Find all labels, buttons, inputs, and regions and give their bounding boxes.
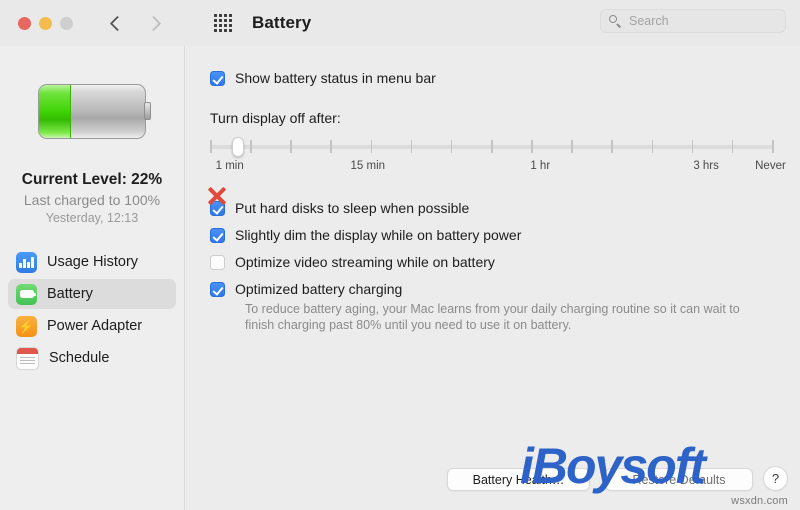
sidebar-item-schedule[interactable]: Schedule bbox=[8, 343, 176, 373]
battery-icon bbox=[16, 283, 37, 305]
last-charged-time: Yesterday, 12:13 bbox=[45, 211, 139, 225]
turn-display-off-label: Turn display off after: bbox=[210, 110, 341, 126]
checkbox-box[interactable] bbox=[210, 71, 225, 86]
battery-status-text: Current Level: 22% Last charged to 100% … bbox=[0, 171, 184, 225]
checkbox-slightly-dim-display[interactable]: Slightly dim the display while on batter… bbox=[210, 227, 800, 243]
slider-tick bbox=[250, 140, 252, 153]
bar-chart-icon bbox=[16, 251, 37, 273]
checkbox-label: Optimized battery charging bbox=[235, 281, 403, 297]
slider-tick-label: Never bbox=[755, 160, 786, 172]
checkbox-label: Optimize video streaming while on batter… bbox=[235, 254, 495, 270]
slider-tick-label: 15 min bbox=[350, 160, 386, 172]
slider-tick bbox=[731, 140, 734, 153]
slider-thumb[interactable] bbox=[232, 137, 245, 157]
slider-tick bbox=[691, 140, 694, 153]
slider-tick bbox=[772, 140, 774, 153]
display-off-slider[interactable]: 1 min 15 min 1 hr 3 hrs Never bbox=[210, 136, 786, 178]
checkbox-put-hard-disks-to-sleep[interactable]: Put hard disks to sleep when possible bbox=[210, 200, 800, 216]
search-input[interactable]: Search bbox=[600, 9, 786, 33]
battery-fill bbox=[39, 85, 71, 138]
calendar-icon bbox=[16, 346, 39, 370]
current-level-label: Current Level: 22% bbox=[21, 171, 163, 188]
search-placeholder: Search bbox=[629, 14, 669, 28]
search-icon bbox=[609, 14, 622, 28]
page-title: Battery bbox=[252, 13, 312, 32]
checkbox-box[interactable] bbox=[210, 255, 225, 270]
slider-tick-label: 1 min bbox=[215, 160, 244, 172]
restore-defaults-button[interactable]: Restore Defaults bbox=[605, 468, 753, 491]
battery-health-button[interactable]: Battery Health… bbox=[447, 468, 590, 491]
slider-tick bbox=[410, 140, 413, 153]
traffic-lights bbox=[18, 16, 73, 30]
slider-tick bbox=[491, 140, 493, 153]
help-button[interactable]: ? bbox=[763, 466, 788, 491]
sidebar-item-battery[interactable]: Battery bbox=[8, 279, 176, 309]
checkbox-optimized-battery-charging[interactable]: Optimized battery charging bbox=[210, 281, 800, 297]
sidebar-nav-list: Usage History Battery ⚡ Power Adapter Sc… bbox=[0, 247, 184, 373]
slider-tick-label: 1 hr bbox=[530, 160, 551, 172]
checkbox-optimize-video-streaming[interactable]: Optimize video streaming while on batter… bbox=[210, 254, 800, 270]
checkbox-label: Show battery status in menu bar bbox=[235, 70, 436, 86]
titlebar: Battery Search bbox=[0, 0, 800, 47]
forward-chevron-icon[interactable] bbox=[146, 14, 164, 32]
sidebar-item-label: Power Adapter bbox=[47, 318, 143, 334]
battery-terminal bbox=[144, 102, 151, 120]
battery-body-icon bbox=[38, 84, 146, 139]
slider-tick bbox=[611, 140, 613, 153]
sidebar: Current Level: 22% Last charged to 100% … bbox=[0, 46, 185, 510]
content-pane: Show battery status in menu bar Turn dis… bbox=[185, 46, 800, 510]
minimize-button[interactable] bbox=[39, 16, 52, 30]
navigation-controls bbox=[108, 14, 232, 32]
show-all-grid-icon[interactable] bbox=[214, 14, 232, 32]
slider-tick bbox=[210, 140, 212, 153]
sidebar-item-label: Schedule bbox=[49, 350, 110, 366]
back-chevron-icon[interactable] bbox=[108, 14, 126, 32]
checkbox-show-battery-status[interactable]: Show battery status in menu bar bbox=[210, 70, 800, 86]
checkbox-box[interactable] bbox=[210, 282, 225, 297]
optimized-charging-description: To reduce battery aging, your Mac learns… bbox=[245, 302, 740, 332]
slider-tick bbox=[651, 140, 654, 153]
site-watermark: wsxdn.com bbox=[731, 495, 788, 507]
slider-tick bbox=[531, 140, 533, 153]
slider-tick bbox=[571, 140, 573, 153]
sidebar-item-power-adapter[interactable]: ⚡ Power Adapter bbox=[8, 311, 176, 341]
slider-ticks bbox=[210, 140, 774, 154]
sidebar-item-label: Usage History bbox=[47, 254, 139, 270]
slider-tick bbox=[330, 140, 332, 153]
slider-tick bbox=[370, 140, 373, 153]
battery-preferences-window: Battery Search Current Level: 22% Last c… bbox=[0, 0, 800, 510]
checkbox-box[interactable] bbox=[210, 201, 225, 216]
last-charged-label: Last charged to 100% bbox=[23, 192, 161, 208]
zoom-button[interactable] bbox=[60, 16, 73, 30]
checkbox-label: Slightly dim the display while on batter… bbox=[235, 227, 522, 243]
sidebar-item-usage-history[interactable]: Usage History bbox=[8, 247, 176, 277]
close-button[interactable] bbox=[18, 16, 31, 30]
slider-tick-label: 3 hrs bbox=[693, 160, 719, 172]
checkbox-label: Put hard disks to sleep when possible bbox=[235, 200, 470, 216]
slider-tick bbox=[450, 140, 453, 153]
battery-graphic bbox=[0, 84, 184, 139]
checkbox-box[interactable] bbox=[210, 228, 225, 243]
lightning-bolt-icon: ⚡ bbox=[16, 315, 37, 337]
slider-tick bbox=[290, 140, 292, 153]
slider-tick-labels: 1 min 15 min 1 hr 3 hrs Never bbox=[210, 160, 786, 176]
sidebar-item-label: Battery bbox=[47, 286, 93, 302]
